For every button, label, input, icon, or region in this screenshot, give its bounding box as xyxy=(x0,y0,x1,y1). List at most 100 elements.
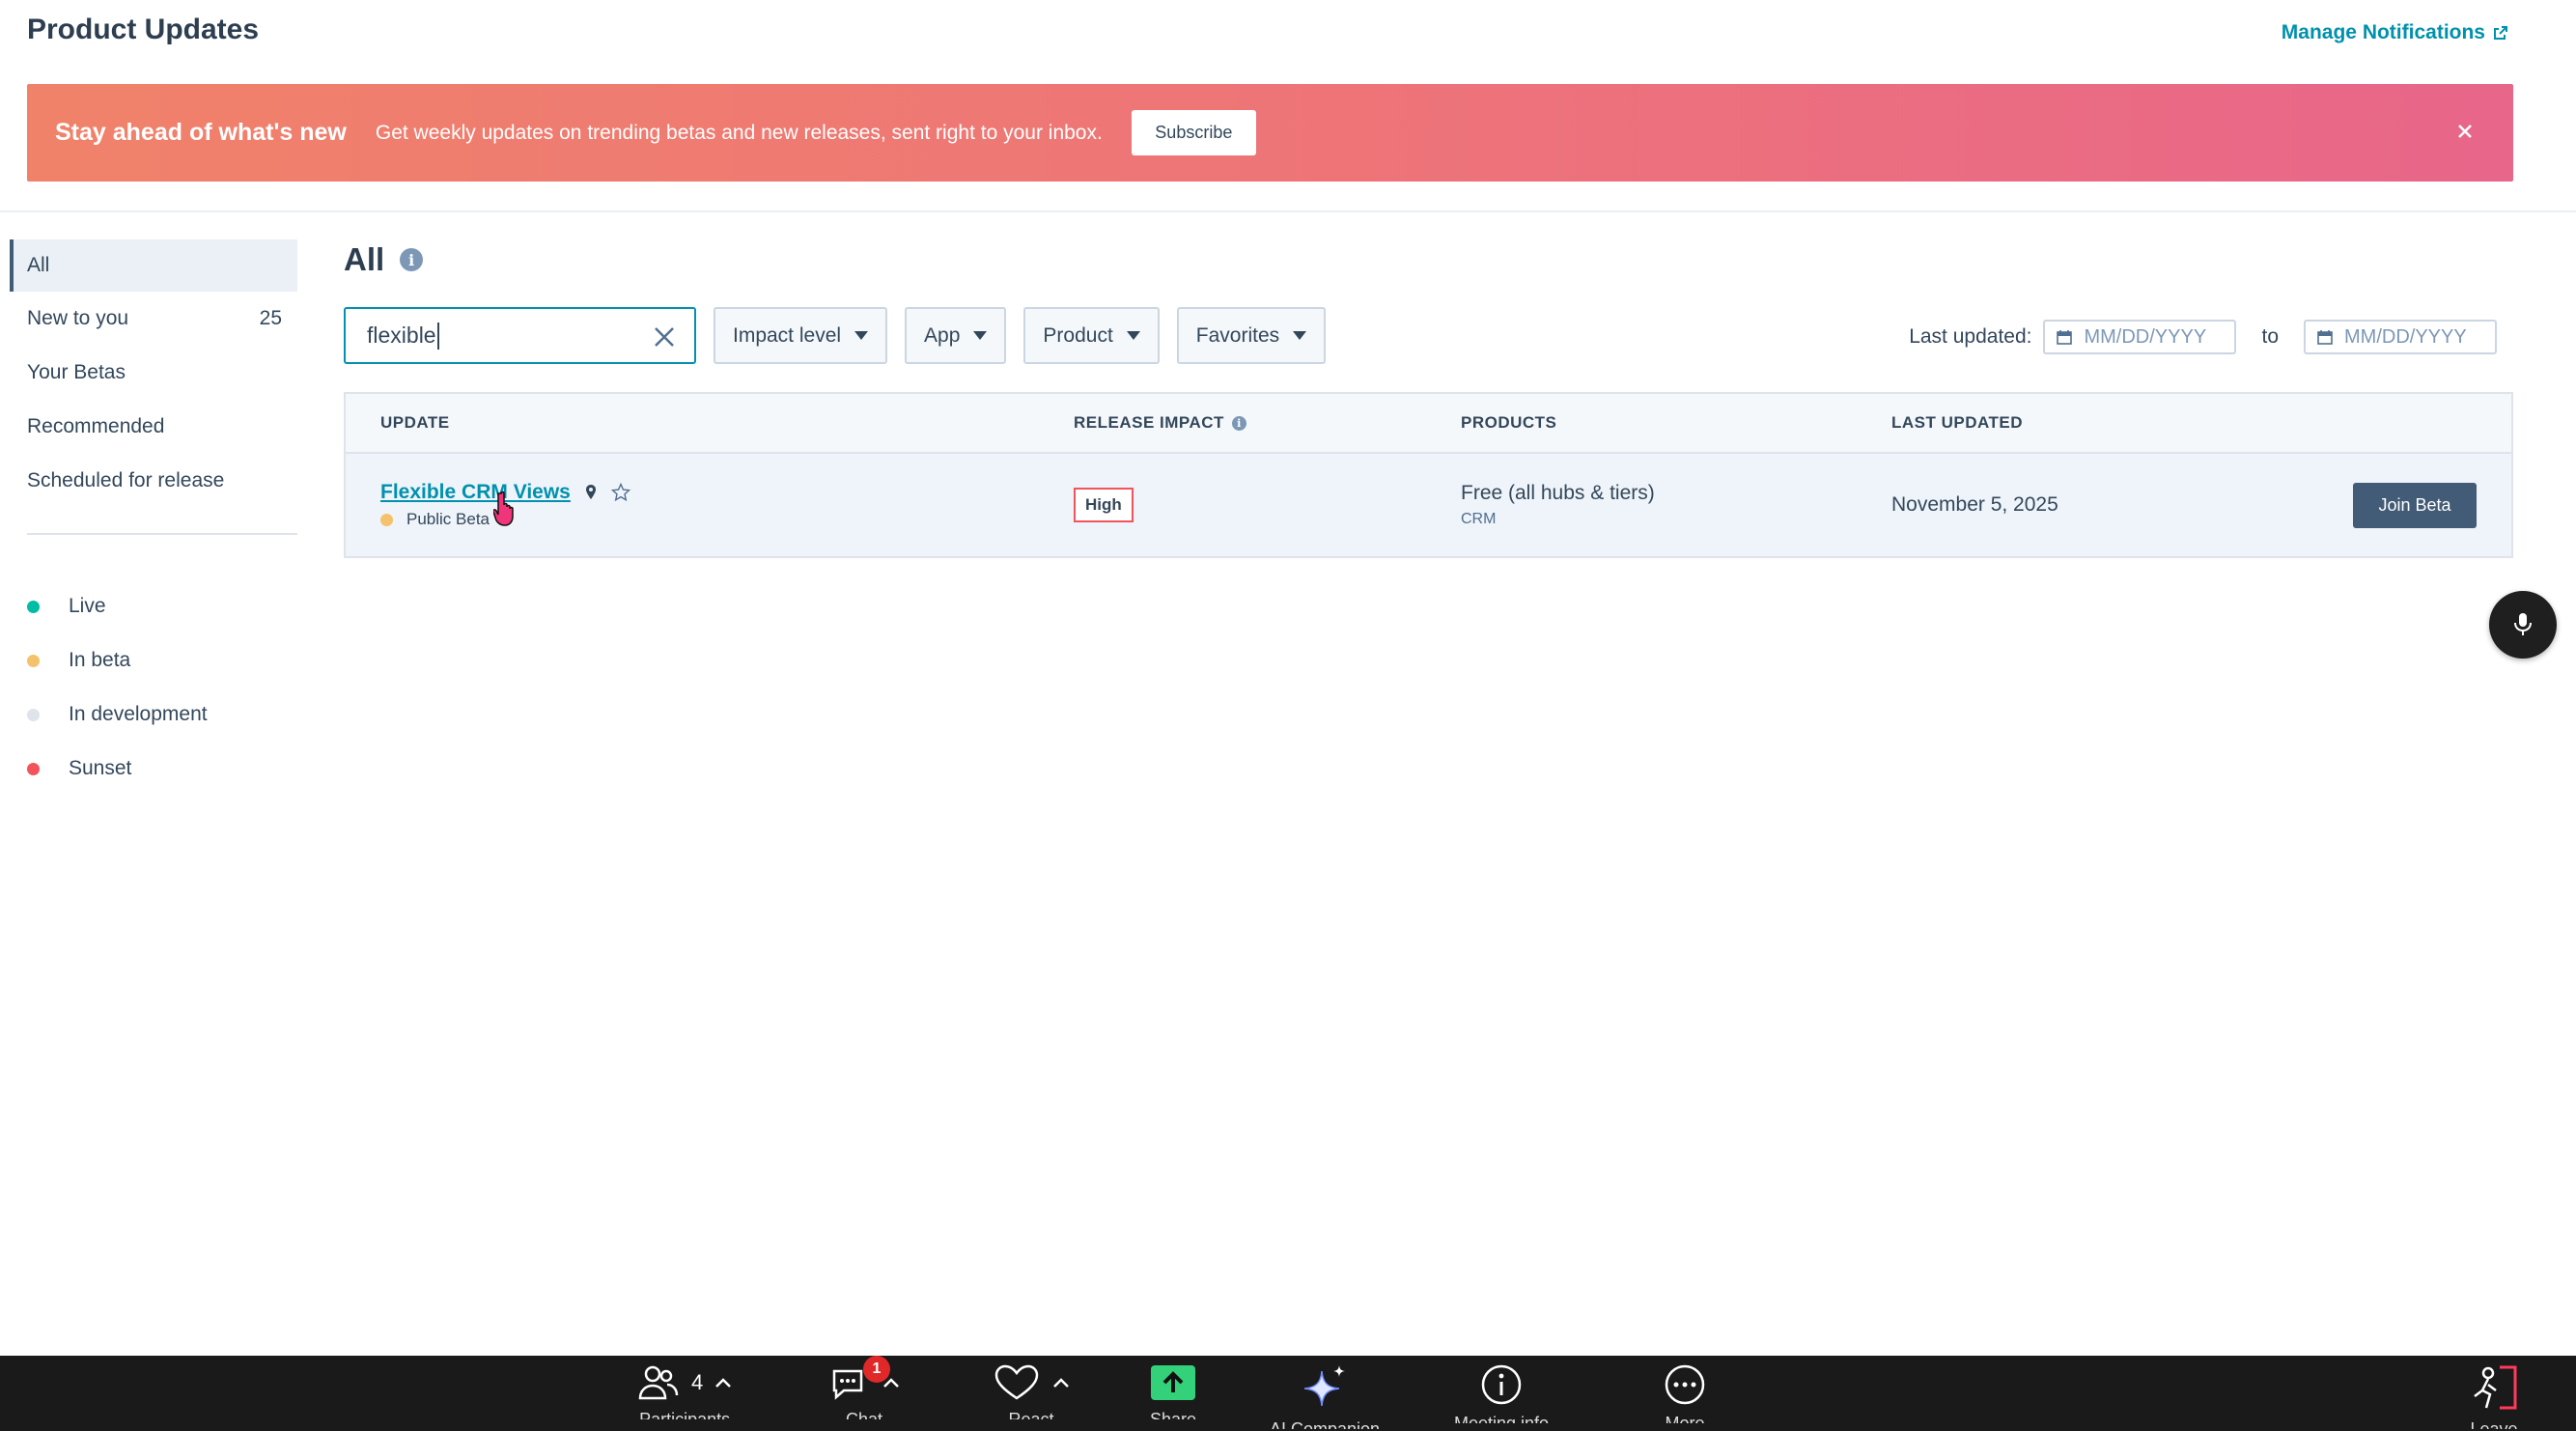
update-cell: Flexible CRM Views Public Beta xyxy=(346,481,1074,529)
search-input-value: flexible xyxy=(367,323,436,348)
microphone-icon xyxy=(2514,613,2532,635)
chat-button[interactable]: 1 Chat xyxy=(828,1356,900,1431)
caret-down-icon xyxy=(1126,331,1140,340)
leave-icon xyxy=(2474,1365,2517,1410)
favorites-dropdown[interactable]: Favorites xyxy=(1176,307,1327,364)
sidebar-item-label: Scheduled for release xyxy=(27,469,225,491)
toolbar-label: More xyxy=(1665,1414,1705,1423)
legend-item-in-development: In development xyxy=(10,687,297,742)
pin-icon xyxy=(585,485,596,499)
meeting-info-button[interactable]: Meeting info xyxy=(1454,1356,1549,1431)
participants-button[interactable]: 4 Participants xyxy=(637,1356,732,1431)
header-label: RELEASE IMPACT xyxy=(1074,413,1224,432)
legend-label: In development xyxy=(69,703,208,725)
meeting-toolbar: 4 Participants 1 Chat React Share AI Com… xyxy=(0,1356,2576,1431)
ai-companion-button[interactable]: AI Companion xyxy=(1270,1356,1380,1431)
dropdown-label: Impact level xyxy=(733,323,842,347)
sidebar-item-new-to-you[interactable]: New to you 25 xyxy=(10,292,297,346)
header-products[interactable]: PRODUCTS xyxy=(1461,413,1891,433)
status-dot-icon xyxy=(27,654,40,667)
updates-table: UPDATE RELEASE IMPACT i PRODUCTS LAST UPD… xyxy=(344,392,2513,558)
info-circle-icon xyxy=(1481,1364,1522,1405)
caret-down-icon xyxy=(973,331,988,340)
date-from-field[interactable]: MM/DD/YYYY xyxy=(2043,320,2237,354)
participants-icon xyxy=(638,1365,679,1400)
impact-level-dropdown[interactable]: Impact level xyxy=(714,307,888,364)
dropdown-label: Favorites xyxy=(1195,323,1280,347)
table-header: UPDATE RELEASE IMPACT i PRODUCTS LAST UPD… xyxy=(346,394,2511,454)
manage-notifications-link[interactable]: Manage Notifications xyxy=(2282,21,2508,44)
header-divider xyxy=(0,210,2576,212)
legend-item-live: Live xyxy=(10,579,297,633)
toolbar-label: Chat xyxy=(845,1410,883,1419)
heart-icon xyxy=(994,1364,1039,1400)
external-link-icon xyxy=(2494,26,2507,40)
toolbar-label: Meeting info xyxy=(1454,1414,1550,1423)
sidebar-item-scheduled[interactable]: Scheduled for release xyxy=(10,454,297,508)
product-name: Free (all hubs & tiers) xyxy=(1461,482,1655,504)
legend-label: In beta xyxy=(69,649,131,671)
calendar-icon xyxy=(2057,330,2073,345)
status-dot-icon xyxy=(27,600,40,613)
date-label: Last updated: xyxy=(1909,325,2032,348)
info-icon[interactable]: i xyxy=(1231,416,1246,432)
sparkle-icon xyxy=(1303,1365,1346,1407)
star-icon[interactable] xyxy=(610,483,630,502)
last-updated-cell: November 5, 2025 xyxy=(1891,493,2297,517)
page-title: Product Updates xyxy=(27,14,260,45)
sidebar-item-all[interactable]: All xyxy=(10,239,297,292)
toolbar-label: AI Companion xyxy=(1270,1419,1381,1429)
chevron-up-icon[interactable] xyxy=(714,1377,732,1389)
update-title-link[interactable]: Flexible CRM Views xyxy=(380,481,571,504)
date-filter: Last updated: MM/DD/YYYY to MM/DD/YYYY xyxy=(1909,320,2497,354)
table-row: Flexible CRM Views Public Beta High Free… xyxy=(346,454,2511,556)
sidebar-item-your-betas[interactable]: Your Betas xyxy=(10,346,297,400)
caret-down-icon xyxy=(854,331,869,340)
caret-down-icon xyxy=(1293,331,1307,340)
status-dot-icon xyxy=(27,762,40,775)
sidebar-divider xyxy=(27,533,297,535)
header-last-updated[interactable]: LAST UPDATED xyxy=(1891,413,2297,433)
join-beta-button[interactable]: Join Beta xyxy=(2353,483,2477,528)
impact-cell: High xyxy=(1074,488,1461,522)
subscribe-button[interactable]: Subscribe xyxy=(1131,110,1256,155)
hand-cursor-icon xyxy=(493,491,514,526)
legend-label: Live xyxy=(69,595,106,617)
voice-assistant-button[interactable] xyxy=(2489,591,2557,659)
sidebar-item-label: All xyxy=(27,254,50,276)
dropdown-label: Product xyxy=(1043,323,1113,347)
date-to-placeholder: MM/DD/YYYY xyxy=(2344,325,2467,348)
app-dropdown[interactable]: App xyxy=(905,307,1007,364)
participants-count: 4 xyxy=(691,1370,704,1394)
sidebar-item-recommended[interactable]: Recommended xyxy=(10,400,297,454)
sidebar: All New to you 25 Your Betas Recommended… xyxy=(10,239,297,796)
toolbar-label: Participants xyxy=(639,1410,731,1419)
toolbar-label: Leave xyxy=(2470,1419,2518,1429)
date-to-field[interactable]: MM/DD/YYYY xyxy=(2304,320,2497,354)
chat-unread-badge: 1 xyxy=(863,1356,890,1383)
date-to-label: to xyxy=(2261,325,2279,348)
search-input[interactable]: flexible xyxy=(344,307,696,364)
chevron-up-icon[interactable] xyxy=(1052,1377,1070,1389)
section-title: All i xyxy=(344,241,424,278)
info-icon[interactable]: i xyxy=(400,248,424,271)
product-dropdown[interactable]: Product xyxy=(1023,307,1160,364)
clear-icon[interactable] xyxy=(654,326,675,348)
share-button[interactable]: Share xyxy=(1149,1356,1197,1431)
leave-button[interactable]: Leave xyxy=(2467,1356,2521,1431)
header-release-impact[interactable]: RELEASE IMPACT i xyxy=(1074,413,1461,433)
toolbar-label: Share xyxy=(1149,1410,1197,1419)
sidebar-item-count: 25 xyxy=(259,307,282,329)
share-screen-icon xyxy=(1151,1365,1195,1400)
subscribe-banner: Stay ahead of what's new Get weekly upda… xyxy=(27,84,2513,182)
legend-label: Sunset xyxy=(69,757,132,779)
more-button[interactable]: More xyxy=(1661,1356,1709,1431)
close-icon[interactable] xyxy=(2450,117,2479,146)
banner-title: Stay ahead of what's new xyxy=(55,119,347,146)
header-update[interactable]: UPDATE xyxy=(346,413,1074,433)
legend-item-sunset: Sunset xyxy=(10,742,297,796)
products-cell: Free (all hubs & tiers) CRM xyxy=(1461,482,1891,528)
banner-text: Get weekly updates on trending betas and… xyxy=(375,121,1103,144)
section-title-text: All xyxy=(344,241,385,277)
react-button[interactable]: React xyxy=(993,1356,1070,1431)
